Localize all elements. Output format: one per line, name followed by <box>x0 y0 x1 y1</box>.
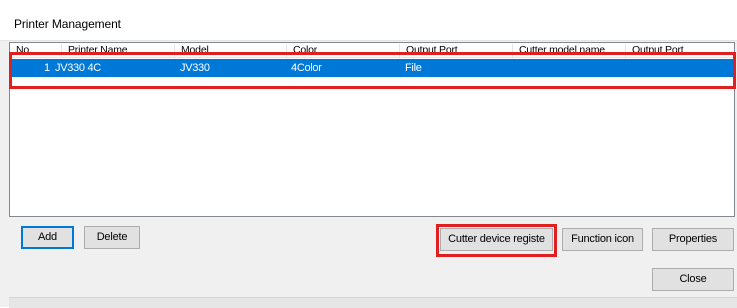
column-header-model[interactable]: Model <box>175 44 287 57</box>
table-row[interactable]: 1 JV330 4C JV330 4Color File <box>11 59 733 77</box>
title-bar: Printer Management <box>0 0 737 41</box>
delete-button[interactable]: Delete <box>84 226 140 249</box>
status-bar <box>9 297 737 308</box>
printer-management-window: Printer Management No. Printer Name Mode… <box>0 0 737 308</box>
printer-list[interactable]: No. Printer Name Model Color Output Port… <box>9 42 735 217</box>
cell-model: JV330 <box>180 62 210 74</box>
window-title: Printer Management <box>14 17 121 31</box>
close-button[interactable]: Close <box>652 268 734 291</box>
column-header-output-port[interactable]: Output Port <box>400 44 513 57</box>
cell-printer-name: JV330 4C <box>55 62 101 74</box>
column-header-no[interactable]: No. <box>10 44 62 57</box>
function-icon-button[interactable]: Function icon <box>562 228 643 251</box>
cell-output-port: File <box>405 62 422 74</box>
cell-no: 1 <box>44 62 50 74</box>
column-header-cutter-model-name[interactable]: Cutter model name <box>513 44 626 57</box>
add-button[interactable]: Add <box>21 226 74 249</box>
properties-button[interactable]: Properties <box>652 228 734 251</box>
cell-color: 4Color <box>291 62 322 74</box>
list-header: No. Printer Name Model Color Output Port… <box>10 43 734 58</box>
column-header-printer-name[interactable]: Printer Name <box>62 44 175 57</box>
column-header-color[interactable]: Color <box>287 44 400 57</box>
cutter-device-register-button[interactable]: Cutter device registe <box>440 228 553 251</box>
column-header-cutter-output-port[interactable]: Output Port <box>626 44 734 57</box>
